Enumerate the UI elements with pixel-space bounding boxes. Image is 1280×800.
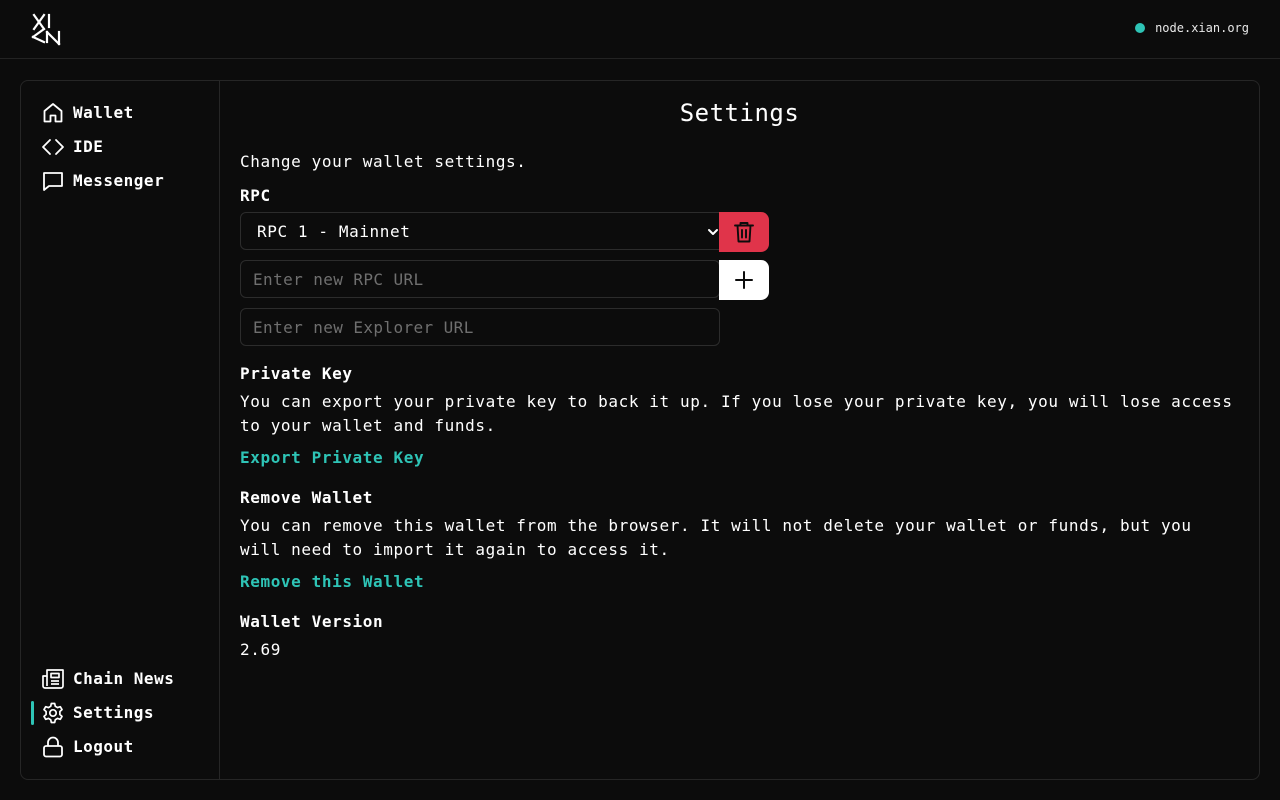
message-icon bbox=[43, 172, 63, 191]
settings-intro: Change your wallet settings. bbox=[240, 152, 527, 171]
rpc-heading: RPC bbox=[240, 186, 271, 205]
app-card: Wallet IDE Messenger Chain News Settings… bbox=[20, 80, 1260, 780]
add-rpc-button[interactable] bbox=[719, 260, 769, 300]
home-icon bbox=[43, 103, 63, 123]
gear-icon bbox=[43, 702, 63, 724]
sidebar-item-label: Settings bbox=[73, 703, 155, 722]
sidebar: Wallet IDE Messenger Chain News Settings… bbox=[21, 81, 220, 779]
remove-wallet-link[interactable]: Remove this Wallet bbox=[240, 572, 424, 591]
plus-icon bbox=[735, 271, 753, 289]
page-title: Settings bbox=[679, 99, 800, 127]
private-key-heading: Private Key bbox=[240, 364, 353, 383]
wallet-version-heading: Wallet Version bbox=[240, 612, 384, 631]
chevron-down-icon bbox=[708, 229, 718, 235]
sidebar-item-label: Chain News bbox=[73, 669, 175, 688]
node-label: node.xian.org bbox=[1155, 21, 1249, 35]
active-indicator bbox=[31, 701, 34, 725]
sidebar-item-messenger[interactable]: Messenger bbox=[21, 166, 220, 196]
export-private-key-link[interactable]: Export Private Key bbox=[240, 448, 424, 467]
sidebar-item-logout[interactable]: Logout bbox=[21, 732, 220, 762]
sidebar-item-label: IDE bbox=[73, 137, 104, 156]
node-status[interactable]: node.xian.org bbox=[1135, 21, 1249, 35]
rpc-selected-value: RPC 1 - Mainnet bbox=[257, 222, 411, 241]
sidebar-item-settings[interactable]: Settings bbox=[21, 698, 220, 728]
wallet-version-value: 2.69 bbox=[240, 640, 281, 659]
sidebar-item-label: Logout bbox=[73, 737, 134, 756]
sidebar-item-ide[interactable]: IDE bbox=[21, 132, 220, 162]
rpc-url-input[interactable] bbox=[240, 260, 720, 298]
status-dot-icon bbox=[1135, 23, 1146, 33]
sidebar-item-chain-news[interactable]: Chain News bbox=[21, 664, 220, 694]
sidebar-item-label: Wallet bbox=[73, 103, 134, 122]
delete-rpc-button[interactable] bbox=[719, 212, 769, 252]
explorer-url-input[interactable] bbox=[240, 308, 720, 346]
newspaper-icon bbox=[42, 669, 64, 689]
sidebar-item-label: Messenger bbox=[73, 171, 165, 190]
remove-wallet-description: You can remove this wallet from the brow… bbox=[240, 516, 1192, 559]
sidebar-item-wallet[interactable]: Wallet bbox=[21, 98, 220, 128]
private-key-description: You can export your private key to back … bbox=[240, 392, 1233, 435]
trash-icon bbox=[734, 222, 754, 243]
remove-wallet-heading: Remove Wallet bbox=[240, 488, 374, 507]
settings-panel: Settings Change your wallet settings. RP… bbox=[220, 81, 1259, 779]
xian-logo-icon[interactable] bbox=[28, 11, 68, 47]
top-bar: node.xian.org bbox=[0, 0, 1280, 59]
lock-icon bbox=[43, 736, 63, 758]
code-icon bbox=[42, 139, 64, 155]
rpc-select[interactable]: RPC 1 - Mainnet bbox=[240, 212, 721, 250]
